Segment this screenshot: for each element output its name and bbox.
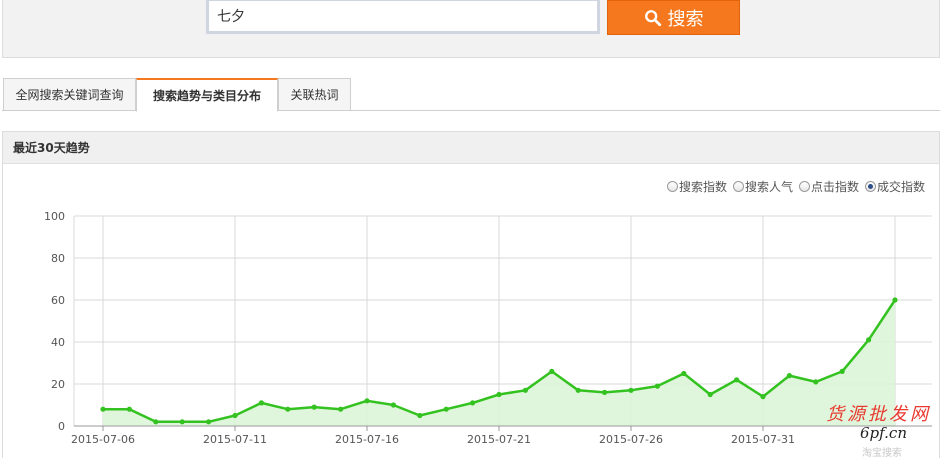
x-tick-label: 2015-07-11 [203, 433, 267, 446]
data-point [258, 400, 264, 406]
x-tick-label: 2015-07-26 [599, 433, 663, 446]
search-button[interactable]: 搜索 [607, 0, 740, 35]
data-point [866, 337, 872, 343]
x-tick-label: 2015-07-16 [335, 433, 399, 446]
y-tick-label: 20 [51, 378, 65, 391]
data-point [100, 406, 106, 412]
search-input[interactable] [206, 0, 600, 34]
search-button-label: 搜索 [667, 8, 704, 30]
y-tick-label: 100 [44, 210, 65, 223]
data-point [232, 412, 238, 419]
x-tick-label: 2015-07-06 [71, 433, 135, 446]
data-point [126, 406, 132, 412]
data-point [602, 389, 608, 395]
data-point [153, 419, 159, 425]
data-point [470, 400, 476, 406]
data-point [443, 406, 449, 412]
x-tick-label: 2015-07-31 [731, 433, 795, 446]
data-point [707, 391, 713, 398]
watermark-domain: 6pf.cn [860, 424, 907, 442]
data-point [496, 391, 502, 398]
search-icon [644, 9, 661, 26]
tab-related-words[interactable]: 关联热词 [278, 78, 351, 111]
watermark: 货源批发网 6pf.cn 淘宝搜索 [820, 398, 938, 458]
data-point [285, 406, 291, 412]
data-point [760, 394, 766, 400]
data-point [206, 419, 212, 425]
tab-keyword-query[interactable]: 全网搜索关键词查询 [3, 78, 136, 111]
data-point [522, 387, 529, 393]
data-point [654, 383, 661, 389]
tab-bar: 全网搜索关键词查询 搜索趋势与类目分布 关联热词 [2, 78, 940, 112]
y-tick-label: 60 [51, 294, 65, 307]
trend-chart: 0 20 40 60 80 100 2015-07-06 2015-07-11 2015-07-… [44, 210, 932, 446]
tab-search-trend[interactable]: 搜索趋势与类目分布 [136, 78, 278, 112]
x-tick-label: 2015-07-21 [467, 433, 531, 446]
data-point [839, 368, 845, 374]
data-point [311, 404, 317, 410]
y-tick-label: 0 [58, 420, 65, 433]
data-point [390, 402, 396, 408]
data-point [549, 368, 555, 374]
y-tick-label: 40 [51, 336, 65, 349]
data-point [813, 379, 819, 385]
watermark-site-name: 货源批发网 [826, 404, 931, 425]
data-point [681, 370, 687, 377]
data-point [179, 419, 185, 425]
y-tick-label: 80 [51, 252, 65, 265]
data-point [786, 373, 793, 379]
search-panel: 搜索 [2, 0, 940, 58]
trend-panel: 最近30天趋势 搜索指数 搜索人气 点击指数 成交指数 0 20 40 60 80 100… [2, 131, 940, 458]
data-point [417, 412, 423, 419]
data-point [892, 297, 898, 303]
data-point [734, 377, 740, 383]
watermark-caption: 淘宝搜索 [862, 448, 902, 458]
data-point [364, 398, 370, 404]
data-point [338, 406, 344, 412]
data-point [575, 387, 581, 393]
data-point [628, 387, 634, 393]
